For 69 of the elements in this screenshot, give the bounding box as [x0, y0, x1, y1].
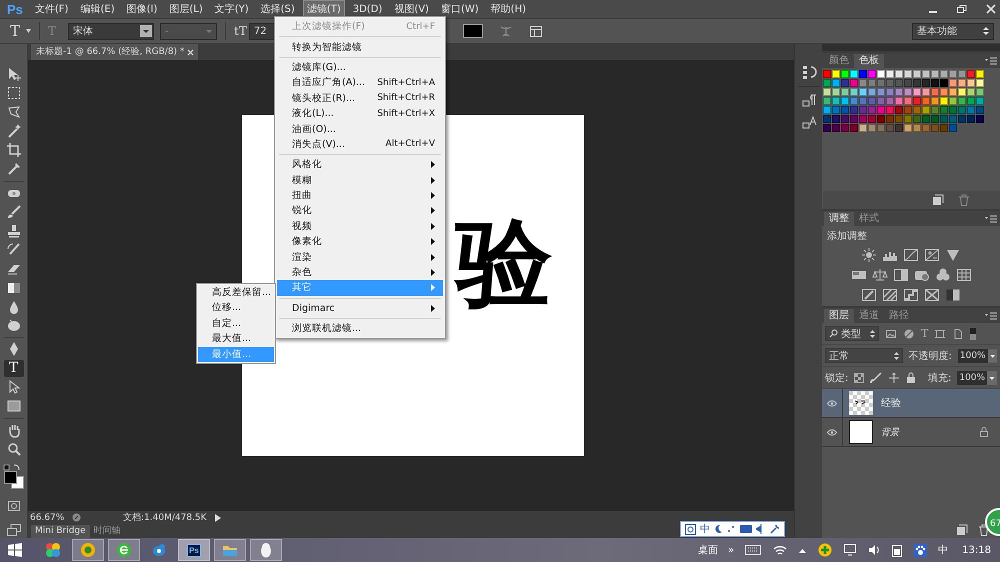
menu-item[interactable]: 位移... [198, 300, 274, 316]
menu-item[interactable]: 像素化 [277, 234, 443, 250]
ime-language-button[interactable]: 中 [700, 522, 710, 536]
panel-heading: 添加调整 [827, 230, 867, 243]
menu-item[interactable]: 风格化 [277, 157, 443, 173]
menu-item[interactable]: 图像(I) [122, 0, 162, 18]
menu-item[interactable]: 最大值... [198, 331, 274, 347]
panel-tab[interactable]: 色板 [854, 54, 884, 68]
panel-tab[interactable]: 图层 [824, 309, 854, 323]
menu-item[interactable]: 自定... [198, 316, 274, 332]
desktop-toolbar-label[interactable]: 桌面 [695, 543, 722, 557]
app-icon: Ps [187, 544, 201, 556]
input-language-indicator[interactable]: 中 [935, 543, 952, 557]
menu-item[interactable]: 高反差保留... [198, 285, 274, 300]
menu-item[interactable]: 自适应广角(A)... Shift+Ctrl+A [277, 75, 443, 91]
menu-item[interactable]: 扭曲 [277, 188, 443, 204]
menu-item[interactable]: 消失点(V)... Alt+Ctrl+V [277, 136, 443, 152]
document-size-info: 文档:1.40M/478.5K [123, 512, 207, 524]
menu-item[interactable]: 帮助(H) [486, 0, 530, 18]
menu-item[interactable]: Digimarc [277, 300, 443, 316]
overflow-button[interactable]: » [725, 544, 738, 556]
type-tool[interactable]: T [4, 360, 24, 377]
panel-tab[interactable]: 路径 [884, 309, 914, 323]
layer-filter-dropdown[interactable]: 类型 [825, 326, 879, 341]
menu-item[interactable]: 滤镜库(G)... [277, 60, 443, 76]
menu-item[interactable]: 窗口(W) [436, 0, 483, 18]
layer-name: 背景 [881, 426, 899, 438]
panel-tab[interactable]: 通道 [854, 309, 884, 323]
document-tab[interactable]: 未标题-1 @ 66.7% (经验, RGB/8) * [31, 44, 198, 60]
menu-item[interactable]: 视图(V) [390, 0, 433, 18]
panel-tab[interactable]: Mini Bridge [31, 525, 90, 538]
opacity-field[interactable]: 100% [958, 348, 988, 362]
menu-item[interactable]: 液化(L)... Shift+Ctrl+X [277, 106, 443, 122]
type-tool-button[interactable]: T [10, 22, 20, 40]
opacity-label: 不透明度: [908, 350, 952, 362]
font-size-button[interactable]: tT [234, 24, 247, 38]
menu-item[interactable]: 锐化 [277, 203, 443, 219]
menu-item[interactable]: 渲染 [277, 249, 443, 265]
fill-label: 填充: [928, 372, 952, 384]
panel-tab[interactable]: 时间轴 [90, 525, 125, 538]
blend-mode-dropdown[interactable]: 正常 [825, 348, 902, 363]
menu-item[interactable]: 视频 [277, 218, 443, 234]
panel-tab[interactable]: 样式 [854, 212, 884, 226]
panel-tab[interactable]: 颜色 [824, 54, 854, 68]
menu-item[interactable]: 模糊 [277, 172, 443, 188]
menu-item[interactable]: 转换为智能滤镜 [277, 39, 443, 55]
menu-item[interactable]: 文件(F) [30, 0, 72, 18]
workspace-dropdown[interactable]: 基本功能 [912, 22, 994, 40]
menu-item[interactable]: 文字(Y) [210, 0, 253, 18]
menu-item[interactable]: 镜头校正(R)... Shift+Ctrl+R [277, 90, 443, 106]
fill-field[interactable]: 100% [957, 370, 988, 384]
layer-name: 经验 [881, 397, 901, 410]
menu-item[interactable]: 杂色 [277, 264, 443, 280]
clock[interactable]: 13:18 [959, 544, 994, 556]
menu-item[interactable]: 浏览联机滤镜... [277, 321, 443, 336]
menu-item[interactable]: 选择(S) [256, 0, 299, 18]
zoom-field[interactable]: 66.67% [30, 512, 64, 522]
menu-item[interactable]: 图层(L) [165, 0, 207, 18]
menu-item[interactable]: 3D(D) [348, 2, 386, 16]
layer-row[interactable]: 经验 [822, 389, 1000, 418]
canvas-text: 验 [456, 215, 552, 311]
menu-item[interactable]: 油画(O)... [277, 121, 443, 137]
panel-tab[interactable]: 调整 [824, 212, 854, 226]
layer-row[interactable]: 背景 [822, 418, 1000, 447]
taskbar-app[interactable]: Ps [178, 539, 210, 561]
menu-item[interactable]: 编辑(E) [76, 0, 119, 18]
app-logo: Ps [6, 2, 24, 16]
lock-label: 锁定: [825, 372, 848, 384]
font-family-dropdown[interactable]: 宋体 [68, 22, 154, 40]
